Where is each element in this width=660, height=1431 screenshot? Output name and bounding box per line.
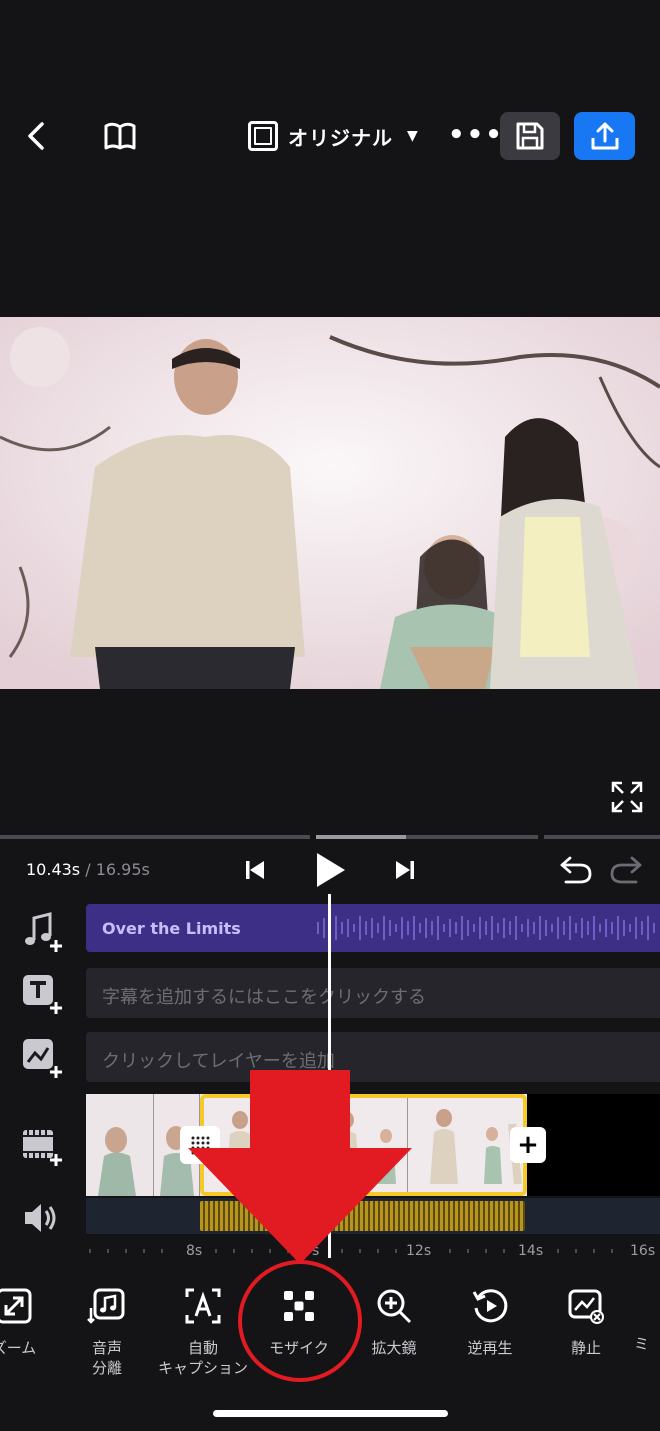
music-waveform	[317, 916, 655, 940]
add-clip-button[interactable]: +	[510, 1127, 546, 1163]
caret-down-icon: ▼	[407, 128, 418, 144]
undo-icon[interactable]	[558, 854, 594, 886]
tool-zoom[interactable]: ズーム	[0, 1286, 62, 1358]
back-icon[interactable]	[22, 118, 52, 154]
caption-track[interactable]: 字幕を追加するにはここをクリックする	[86, 968, 660, 1018]
plus-icon: +	[517, 1130, 539, 1160]
save-icon	[516, 122, 544, 150]
annotation-arrow	[188, 1070, 412, 1264]
top-bar: オリジナル ▼ •••	[0, 0, 660, 316]
export-button[interactable]	[574, 112, 635, 160]
reverse-play-icon	[472, 1289, 508, 1323]
tool-label: ミ	[634, 1335, 650, 1353]
tool-mix[interactable]: ミ	[634, 1286, 660, 1354]
ruler-label: 14s	[518, 1243, 544, 1259]
tool-freeze[interactable]: 静止	[538, 1286, 634, 1358]
annotation-circle	[238, 1260, 362, 1382]
time-readout: 10.43s / 16.95s	[26, 860, 150, 879]
time-separator: /	[80, 860, 96, 879]
audio-separate-icon	[87, 1288, 125, 1324]
magnifier-icon	[377, 1289, 412, 1324]
tool-label: 音声 分離	[91, 1339, 122, 1377]
tool-label: ズーム	[0, 1339, 37, 1357]
auto-caption-icon	[185, 1288, 221, 1324]
video-frame-image	[0, 317, 660, 689]
aspect-ratio-label: オリジナル	[288, 125, 393, 150]
timeline-progress-segment	[316, 835, 406, 839]
add-layer-icon[interactable]	[20, 1036, 64, 1080]
aspect-ratio-icon	[248, 121, 278, 151]
timeline-progress-segment	[544, 835, 660, 839]
freeze-frame-icon	[568, 1289, 604, 1324]
black-clip[interactable]	[527, 1094, 660, 1196]
current-time: 10.43s	[26, 860, 81, 879]
ruler-label: 16s	[630, 1243, 656, 1259]
timeline-progress-segment	[0, 835, 310, 839]
export-icon	[591, 122, 618, 150]
save-button[interactable]	[500, 112, 560, 160]
tool-audio-separate[interactable]: 音声 分離	[59, 1286, 155, 1378]
add-music-icon[interactable]	[20, 910, 64, 954]
add-text-icon[interactable]	[20, 972, 64, 1016]
skip-previous-icon[interactable]	[243, 858, 267, 882]
aspect-ratio-selector[interactable]: オリジナル ▼	[248, 118, 418, 154]
tool-label: 拡大鏡	[371, 1339, 417, 1357]
total-duration: 16.95s	[95, 860, 150, 879]
book-icon[interactable]	[100, 118, 140, 154]
tool-auto-caption[interactable]: 自動 キャプション	[155, 1286, 251, 1378]
caption-track-hint: 字幕を追加するにはここをクリックする	[102, 987, 426, 1008]
tool-label: 逆再生	[467, 1339, 513, 1357]
add-video-clip-icon[interactable]	[20, 1124, 64, 1168]
timeline-progress-segment	[406, 835, 538, 839]
more-icon[interactable]: •••	[448, 120, 504, 150]
video-preview[interactable]	[0, 317, 660, 689]
home-indicator[interactable]	[213, 1410, 448, 1417]
skip-next-icon[interactable]	[393, 858, 417, 882]
play-icon[interactable]	[312, 850, 348, 890]
clip-thumbnail	[86, 1094, 154, 1196]
fullscreen-icon[interactable]	[610, 780, 644, 814]
redo-icon[interactable]	[608, 854, 644, 886]
music-track[interactable]: Over the Limits	[86, 904, 660, 952]
tool-label: 自動 キャプション	[157, 1339, 248, 1377]
zoom-expand-icon	[0, 1288, 32, 1324]
tool-reverse[interactable]: 逆再生	[442, 1286, 538, 1358]
music-title: Over the Limits	[102, 919, 241, 938]
tool-label: 静止	[570, 1339, 601, 1357]
volume-icon[interactable]	[20, 1196, 64, 1240]
